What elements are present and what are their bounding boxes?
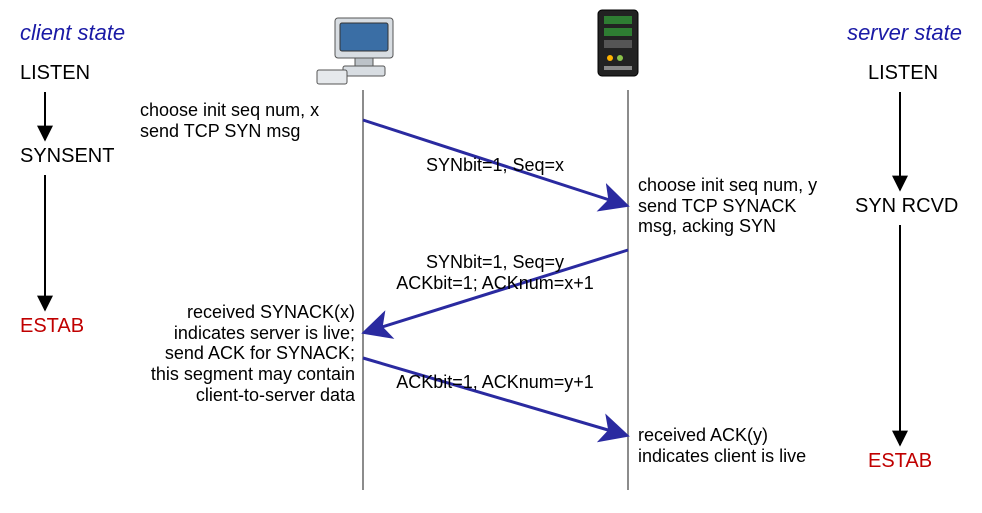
server-note-2a: received ACK(y): [638, 425, 806, 446]
client-state-listen: LISTEN: [20, 62, 90, 85]
msg-synack-b: ACKbit=1; ACKnum=x+1: [380, 273, 610, 294]
client-note-2a: received SYNACK(x): [120, 302, 355, 323]
server-note-1c: msg, acking SYN: [638, 216, 817, 237]
client-note-1: choose init seq num, x send TCP SYN msg: [140, 100, 319, 141]
msg-synack: SYNbit=1, Seq=y ACKbit=1; ACKnum=x+1: [380, 252, 610, 294]
client-state-header: client state: [20, 20, 125, 46]
client-note-1b: send TCP SYN msg: [140, 121, 319, 142]
msg-syn: SYNbit=1, Seq=x: [380, 155, 610, 176]
client-note-2b: indicates server is live;: [120, 323, 355, 344]
server-note-2: received ACK(y) indicates client is live: [638, 425, 806, 466]
server-note-1: choose init seq num, y send TCP SYNACK m…: [638, 175, 817, 237]
client-note-2: received SYNACK(x) indicates server is l…: [120, 302, 355, 405]
client-note-2d: this segment may contain: [120, 364, 355, 385]
server-note-1a: choose init seq num, y: [638, 175, 817, 196]
server-state-synrcvd: SYN RCVD: [855, 195, 958, 218]
msg-ack: ACKbit=1, ACKnum=y+1: [375, 372, 615, 393]
client-state-estab: ESTAB: [20, 315, 84, 338]
client-state-synsent: SYNSENT: [20, 145, 114, 168]
client-note-2c: send ACK for SYNACK;: [120, 343, 355, 364]
server-state-estab: ESTAB: [868, 450, 932, 473]
server-note-2b: indicates client is live: [638, 446, 806, 467]
server-state-header: server state: [847, 20, 962, 46]
server-icon: [598, 10, 638, 76]
msg-synack-a: SYNbit=1, Seq=y: [380, 252, 610, 273]
client-note-2e: client-to-server data: [120, 385, 355, 406]
client-note-1a: choose init seq num, x: [140, 100, 319, 121]
server-state-listen: LISTEN: [868, 62, 938, 85]
client-icon: [317, 18, 393, 84]
server-note-1b: send TCP SYNACK: [638, 196, 817, 217]
